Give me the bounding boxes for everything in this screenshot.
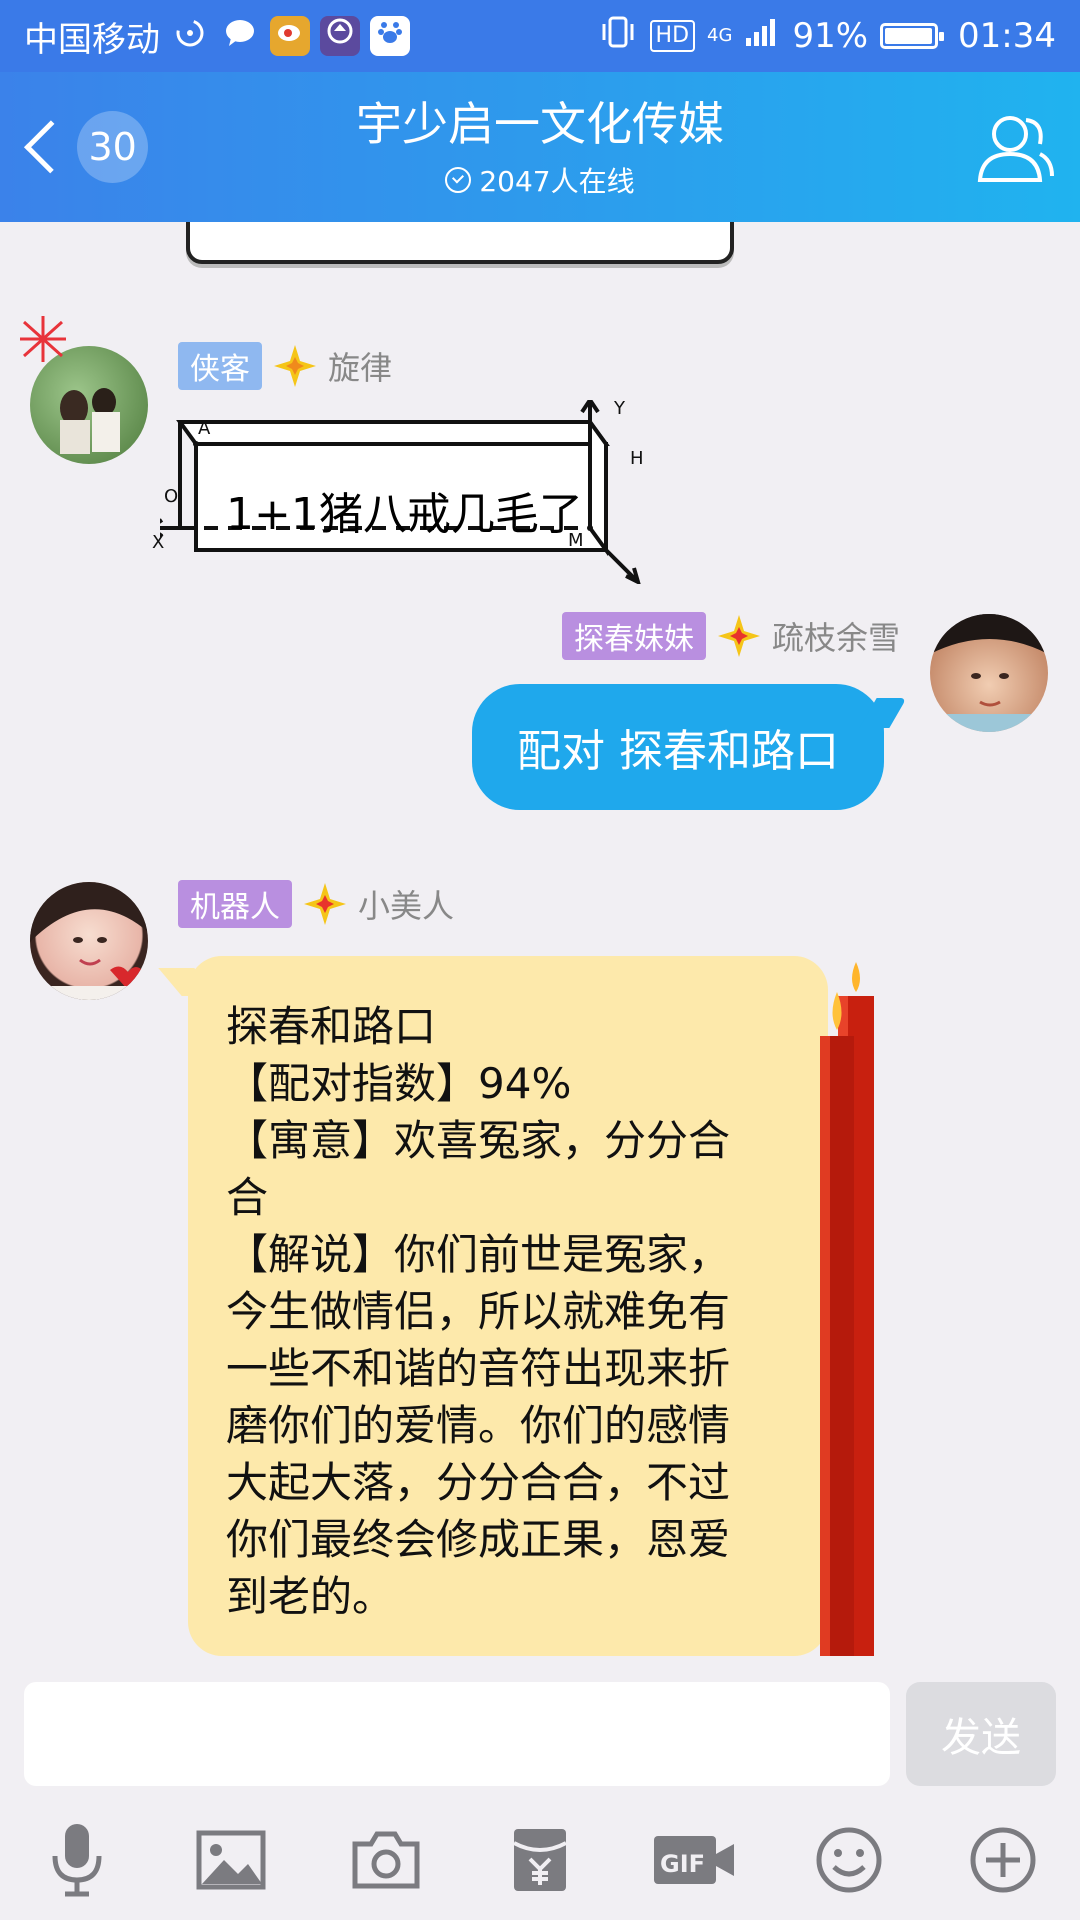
message-line: 【解说】你们前世是冤家， [226,1230,731,1279]
message-line: 探春和路口 [226,1002,437,1051]
weibo-icon [270,16,310,56]
diagram-label-o: O [164,486,179,507]
candle-icon [820,962,874,1656]
diagram-label-y: Y [614,398,625,419]
vibrate-icon [598,14,638,59]
gif-icon: GIF [654,1836,735,1884]
message-line: 合 [226,1173,269,1222]
online-count: 2047人在线 [479,165,635,198]
emoji-button[interactable] [804,1815,894,1905]
message-line: 磨你们的爱情。你们的感情 [226,1401,731,1450]
battery-percent: 91% [792,16,869,56]
message-icon [220,16,260,56]
avatar[interactable] [930,614,1048,732]
message-text: 探春和路口 【配对指数】94% 【寓意】欢喜冤家，分分合 合 【解说】你们前世是… [226,998,806,1625]
red-packet-icon [513,1829,567,1891]
message-line: 大起大落，分分合合，不过 [226,1458,731,1507]
svg-text:GIF: GIF [660,1850,705,1878]
message-line: 到老的。 [226,1572,395,1621]
hotspot-icon [170,16,210,56]
message-line: 【寓意】欢喜冤家，分分合 [226,1116,731,1165]
hd-badge: HD [649,20,696,52]
chat-area[interactable]: 侠客 旋律 A Y H O X M 1+1猪八戒几毛了 探春妹妹 疏枝余雪 配对… [0,222,1080,1662]
sender-name: 旋律 [328,349,393,387]
back-arrow-icon [24,120,78,174]
message-input[interactable] [24,1682,890,1786]
battery-icon [880,23,945,49]
camera-button[interactable] [341,1815,431,1905]
group-title: 宇少启一文化传媒 [356,97,724,151]
status-bar: 中国移动 HD 4G 91% 01:34 [0,0,1080,72]
sender-line: 侠客 旋律 [178,342,392,390]
member-tag: 机器人 [178,880,292,928]
message-text: 1+1猪八戒几毛了 [226,489,583,540]
sender-name: 疏枝余雪 [771,619,900,657]
group-members-button[interactable] [968,102,1058,192]
sender-name: 小美人 [358,887,455,925]
carrier-label: 中国移动 [24,19,160,60]
message-bubble[interactable]: 配对 探春和路口 [472,684,884,810]
message-line: 【配对指数】94% [226,1059,572,1108]
previous-message-bubble [186,222,734,264]
diagram-label-h: H [630,448,644,469]
input-row: 发送 [0,1662,1080,1800]
message-text: 配对 探春和路口 [517,726,839,777]
member-tag: 侠客 [178,342,262,390]
red-packet-button[interactable] [495,1815,585,1905]
message-line: 一些不和谐的音符出现来折 [226,1344,731,1393]
network-label: 4G [707,25,733,46]
baidu-icon [370,16,410,56]
unread-count-badge: 30 [77,111,148,183]
star-icon [274,345,316,387]
send-button[interactable]: 发送 [906,1682,1056,1786]
image-button[interactable] [186,1815,276,1905]
emoji-icon [816,1827,882,1893]
clock: 01:34 [958,16,1056,56]
image-icon [196,1830,266,1890]
member-tag: 探春妹妹 [561,612,706,660]
app-icon [320,16,360,56]
diagram-label-x: X [152,532,165,553]
star-icon [304,883,346,925]
more-button[interactable] [958,1815,1048,1905]
message-line: 你们最终会修成正果，恩爱 [226,1515,731,1564]
message-bubble[interactable]: A Y H O X M 1+1猪八戒几毛了 [146,396,656,586]
avatar[interactable] [30,882,148,1000]
sender-line: 探春妹妹 疏枝余雪 [561,612,900,660]
members-icon [977,116,1054,182]
camera-icon [352,1831,420,1889]
star-icon [717,615,760,657]
diagram-label-a: A [198,418,211,439]
gif-button[interactable]: GIF [649,1815,739,1905]
message-bubble[interactable]: 探春和路口 【配对指数】94% 【寓意】欢喜冤家，分分合 合 【解说】你们前世是… [188,956,878,1662]
message-line: 今生做情侣，所以就难免有 [226,1287,731,1336]
mic-icon [52,1824,102,1897]
chat-header: 30 宇少启一文化传媒 2047人在线 [0,72,1080,222]
online-check-icon [445,167,472,193]
firework-icon [20,316,66,362]
plus-icon [970,1827,1036,1893]
voice-button[interactable] [32,1815,122,1905]
input-toolbar: GIF [0,1800,1080,1920]
sender-line: 机器人 小美人 [178,880,454,928]
signal-icon [744,16,780,57]
back-button[interactable]: 30 [18,110,148,184]
